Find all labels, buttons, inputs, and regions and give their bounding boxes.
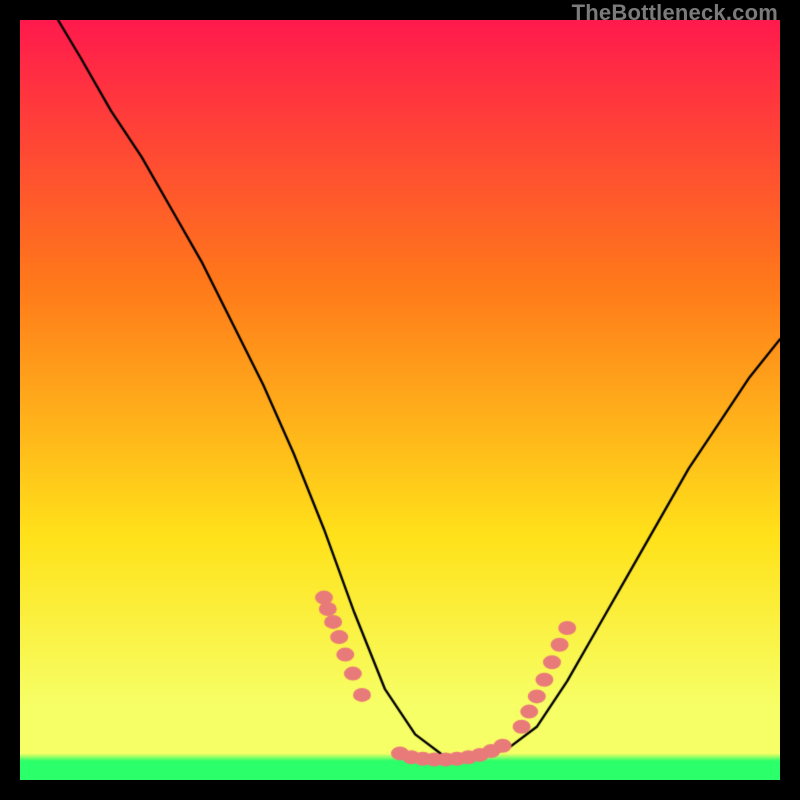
chart-canvas [20,20,780,780]
watermark-text: TheBottleneck.com [572,0,778,26]
chart-frame [20,20,780,780]
